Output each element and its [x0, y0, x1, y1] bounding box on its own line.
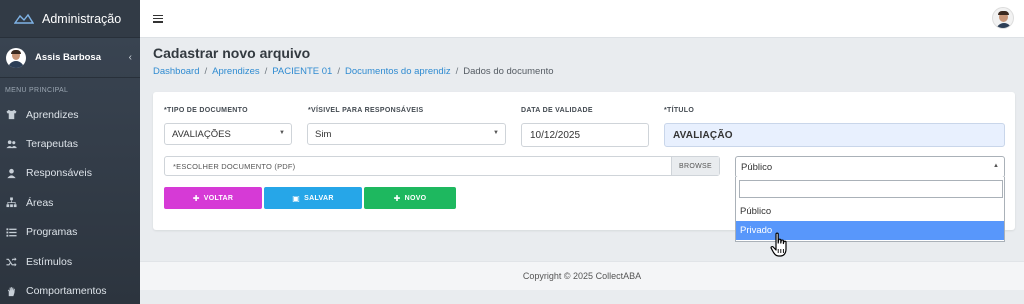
file-upload-field[interactable]: *ESCOLHER DOCUMENTO (PDF) BROWSE [164, 156, 720, 176]
user-panel[interactable]: Assis Barbosa ‹ [0, 38, 140, 78]
brand-title: Administração [42, 11, 122, 26]
tipo-documento-value: AVALIAÇÕES [172, 128, 231, 140]
visibility-select[interactable]: Público ▲ [735, 156, 1005, 178]
brand-logo-icon [14, 13, 34, 24]
data-validade-value: 10/12/2025 [530, 129, 581, 141]
voltar-label: VOLTAR [203, 194, 234, 202]
sidebar-item-label: Áreas [26, 196, 54, 209]
sidebar-item-label: Terapeutas [26, 138, 78, 151]
sidebar-item-aprendizes[interactable]: Aprendizes [0, 100, 140, 129]
tipo-documento-select[interactable]: AVALIAÇÕES ▼ [164, 123, 292, 145]
shuffle-icon [6, 257, 17, 267]
topbar-avatar[interactable] [992, 7, 1014, 29]
sidebar-item-label: Aprendizes [26, 108, 79, 121]
footer-copyright: Copyright © 2025 CollectABA [522, 271, 642, 281]
brand[interactable]: Administração [0, 0, 140, 38]
voltar-button[interactable]: ✚ VOLTAR [164, 187, 262, 209]
breadcrumb-documentos[interactable]: Documentos do aprendiz [345, 66, 451, 77]
visivel-responsaveis-value: Sim [315, 128, 332, 140]
visivel-responsaveis-label: *VÍSIVEL PARA RESPONSÁVEIS [308, 107, 424, 114]
sidebar-item-comportamentos[interactable]: Comportamentos [0, 276, 140, 304]
data-validade-label: DATA DE VALIDADE [521, 107, 593, 114]
breadcrumb-current: Dados do documento [463, 66, 554, 77]
caret-down-icon: ▼ [279, 130, 285, 136]
breadcrumb-dashboard[interactable]: Dashboard [153, 66, 199, 77]
breadcrumb-paciente[interactable]: PACIENTE 01 [272, 66, 332, 77]
data-validade-input[interactable]: 10/12/2025 [521, 123, 649, 147]
breadcrumb-separator: / [204, 66, 208, 77]
footer: Copyright © 2025 CollectABA [140, 261, 1024, 290]
hand-pointer-cursor-icon [770, 232, 787, 257]
chevron-left-icon[interactable]: ‹ [129, 52, 132, 63]
salvar-button[interactable]: ▣ SALVAR [264, 187, 362, 209]
browse-button[interactable]: BROWSE [671, 157, 719, 175]
dropdown-option-publico[interactable]: Público [736, 202, 1004, 221]
sidebar-item-programas[interactable]: Programas [0, 218, 140, 247]
visivel-responsaveis-select[interactable]: Sim ▼ [307, 123, 506, 145]
caret-down-icon: ▼ [493, 130, 499, 136]
salvar-label: SALVAR [304, 194, 334, 202]
page-title: Cadastrar novo arquivo [153, 45, 311, 61]
sitemap-icon [6, 197, 17, 208]
breadcrumb: Dashboard / Aprendizes / PACIENTE 01 / D… [153, 66, 554, 77]
titulo-value: AVALIAÇÃO [673, 129, 733, 141]
save-icon: ▣ [292, 193, 301, 203]
breadcrumb-aprendizes[interactable]: Aprendizes [212, 66, 260, 77]
users-icon [6, 139, 17, 148]
hamburger-menu-icon[interactable] [153, 14, 163, 23]
list-icon [6, 228, 17, 237]
sidebar-item-label: Programas [26, 226, 78, 239]
breadcrumb-separator: / [264, 66, 268, 77]
user-name: Assis Barbosa [35, 52, 102, 63]
file-upload-placeholder: *ESCOLHER DOCUMENTO (PDF) [173, 161, 296, 171]
caret-up-icon: ▲ [993, 163, 999, 169]
sidebar-item-label: Comportamentos [26, 285, 107, 298]
titulo-label: *TÍTULO [664, 107, 695, 114]
topbar [140, 0, 1024, 38]
breadcrumb-separator: / [455, 66, 459, 77]
titulo-input[interactable]: AVALIAÇÃO [664, 123, 1005, 147]
novo-label: NOVO [404, 194, 427, 202]
sidebar-item-terapeutas[interactable]: Terapeutas [0, 129, 140, 158]
user-icon [7, 168, 16, 179]
menu-title: MENU PRINCIPAL [5, 87, 69, 94]
tshirt-icon [6, 110, 17, 120]
sidebar-item-label: Responsáveis [26, 167, 92, 180]
novo-button[interactable]: ✚ NOVO [364, 187, 456, 209]
tipo-documento-label: *TIPO DE DOCUMENTO [164, 107, 248, 114]
sidebar-item-estimulos[interactable]: Estímulos [0, 247, 140, 276]
sidebar-item-label: Estímulos [26, 255, 73, 268]
dropdown-search-input[interactable] [739, 180, 1003, 198]
sidebar: Administração Assis Barbosa ‹ MENU PRINC… [0, 0, 140, 304]
hand-icon [7, 286, 15, 296]
user-avatar [6, 47, 26, 68]
breadcrumb-separator: / [337, 66, 340, 77]
plus-icon: ✚ [192, 193, 200, 203]
sidebar-item-areas[interactable]: Áreas [0, 188, 140, 217]
plus-icon: ✚ [393, 193, 401, 203]
visibility-selected-value: Público [741, 161, 773, 173]
sidebar-item-responsaveis[interactable]: Responsáveis [0, 159, 140, 188]
